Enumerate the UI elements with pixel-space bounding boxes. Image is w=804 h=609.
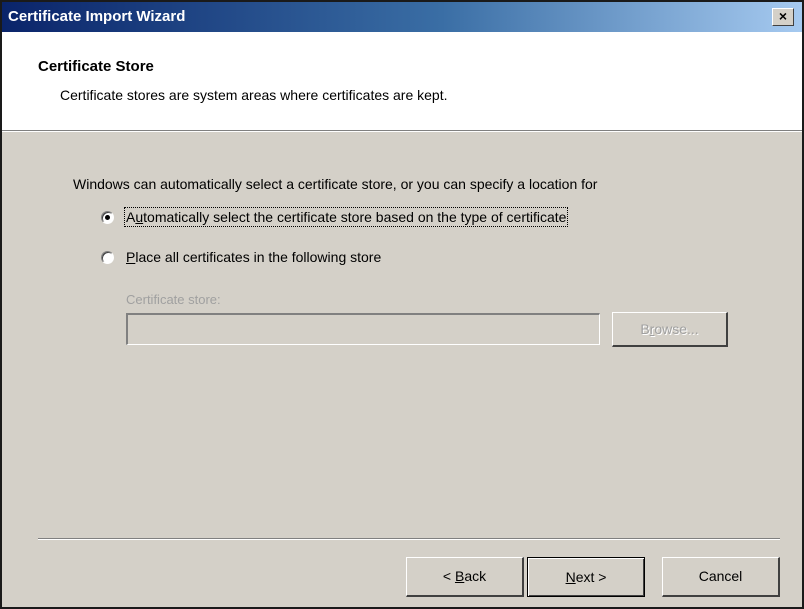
wizard-header: Certificate Store Certificate stores are… [2,32,802,130]
back-button[interactable]: < Back [406,557,524,597]
place-in-store-radio[interactable] [101,251,114,264]
certificate-store-field [126,313,600,345]
auto-select-radio[interactable] [101,211,114,224]
intro-text: Windows can automatically select a certi… [73,176,598,192]
close-icon: × [778,8,788,24]
browse-button: Browse... [612,312,728,347]
place-in-store-label[interactable]: Place all certificates in the following … [126,249,381,265]
certificate-store-label: Certificate store: [126,292,221,307]
title-bar[interactable]: Certificate Import Wizard × [2,2,802,32]
cancel-button[interactable]: Cancel [662,557,780,597]
auto-select-label[interactable]: Automatically select the certificate sto… [123,207,569,227]
window-title: Certificate Import Wizard [8,8,186,25]
wizard-window: Certificate Import Wizard × Certificate … [0,0,804,609]
footer-divider [38,538,780,540]
page-title: Certificate Store [38,58,154,75]
next-button[interactable]: Next > [527,557,645,597]
header-divider [2,130,802,132]
page-subtitle: Certificate stores are system areas wher… [60,87,448,103]
close-button[interactable]: × [772,8,794,26]
